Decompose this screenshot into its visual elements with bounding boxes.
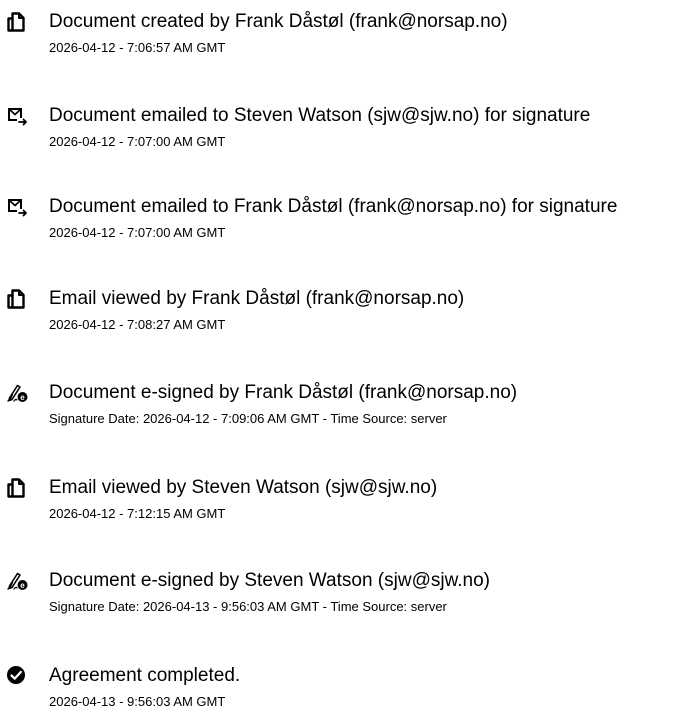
- event-title: Email viewed by Steven Watson (sjw@sjw.n…: [49, 477, 438, 498]
- event-title: Document created by Frank Dåstøl (frank@…: [49, 11, 508, 32]
- event-title: Agreement completed.: [49, 665, 241, 686]
- event-timestamp: 2026-04-12 - 7:08:27 AM GMT: [49, 317, 226, 332]
- email-sent-icon: [6, 196, 28, 218]
- event-timestamp: 2026-04-12 - 7:07:00 AM GMT: [49, 134, 226, 149]
- event-timestamp: Signature Date: 2026-04-13 - 9:56:03 AM …: [49, 599, 447, 614]
- esign-icon: e: [6, 570, 28, 592]
- event-title: Document emailed to Frank Dåstøl (frank@…: [49, 196, 618, 217]
- event-timestamp: Signature Date: 2026-04-12 - 7:09:06 AM …: [49, 411, 447, 426]
- event-timestamp: 2026-04-12 - 7:06:57 AM GMT: [49, 40, 226, 55]
- svg-text:e: e: [20, 581, 25, 590]
- event-timestamp: 2026-04-12 - 7:07:00 AM GMT: [49, 225, 226, 240]
- event-title: Document e-signed by Frank Dåstøl (frank…: [49, 382, 518, 403]
- audit-event: Document created by Frank Dåstøl (frank@…: [0, 11, 698, 71]
- document-icon: [6, 11, 28, 33]
- audit-event: Document emailed to Steven Watson (sjw@s…: [0, 105, 698, 165]
- audit-event: e Document e-signed by Frank Dåstøl (fra…: [0, 382, 698, 442]
- esign-icon: e: [6, 382, 28, 404]
- audit-event: Agreement completed. 2026-04-13 - 9:56:0…: [0, 665, 698, 725]
- audit-event: Email viewed by Frank Dåstøl (frank@nors…: [0, 288, 698, 348]
- audit-event: Email viewed by Steven Watson (sjw@sjw.n…: [0, 477, 698, 537]
- document-icon: [6, 477, 28, 499]
- event-title: Document emailed to Steven Watson (sjw@s…: [49, 105, 591, 126]
- document-icon: [6, 288, 28, 310]
- svg-text:e: e: [20, 393, 25, 402]
- event-timestamp: 2026-04-13 - 9:56:03 AM GMT: [49, 694, 226, 709]
- email-sent-icon: [6, 105, 28, 127]
- event-title: Document e-signed by Steven Watson (sjw@…: [49, 570, 490, 591]
- event-title: Email viewed by Frank Dåstøl (frank@nors…: [49, 288, 465, 309]
- audit-event: e Document e-signed by Steven Watson (sj…: [0, 570, 698, 630]
- event-timestamp: 2026-04-12 - 7:12:15 AM GMT: [49, 506, 226, 521]
- audit-event: Document emailed to Frank Dåstøl (frank@…: [0, 196, 698, 256]
- check-circle-icon: [6, 665, 28, 687]
